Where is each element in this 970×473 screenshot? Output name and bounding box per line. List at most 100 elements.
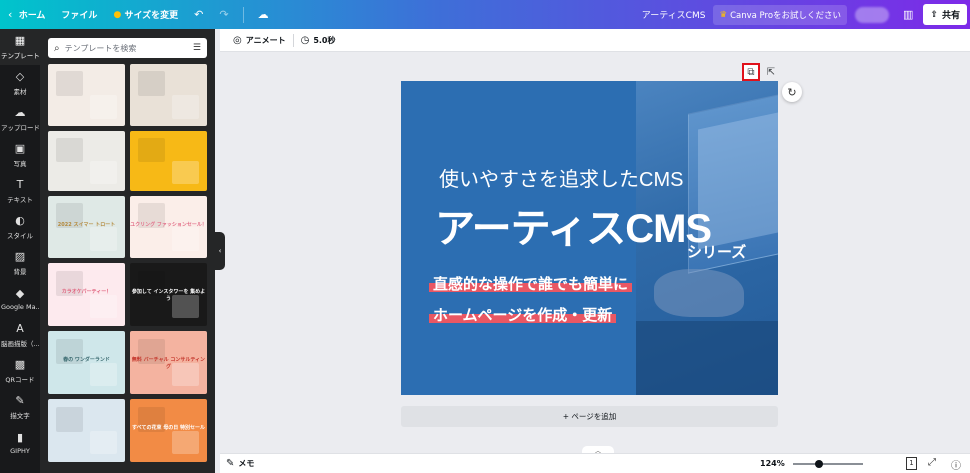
duration-button[interactable]: ◷ 5.0秒 xyxy=(294,35,343,46)
home-button[interactable]: ‹ ホーム xyxy=(0,0,53,29)
collapse-panel-button[interactable]: ‹ xyxy=(215,232,225,270)
template-thumbnail[interactable]: 参加して インスタワーを 集めよう xyxy=(130,263,207,326)
design-page[interactable]: 使いやすさを追求したCMS アーティスCMS シリーズ 直感的な操作で誰でも簡単… xyxy=(401,81,778,395)
insights-button[interactable]: ▥ xyxy=(897,0,919,29)
template-thumbnail[interactable]: カラオケパーティー！ xyxy=(48,263,125,326)
template-panel: ⌕ テンプレートを検索 ☰ 2022 スイマー トロート ユクリング ファッション… xyxy=(40,29,215,473)
template-thumbnail[interactable] xyxy=(48,64,125,126)
divider xyxy=(242,6,244,23)
undo-button[interactable]: ↶ xyxy=(186,0,211,29)
help-button[interactable]: ⓘ xyxy=(951,457,961,472)
page-count: 1 xyxy=(909,459,914,467)
template-decoration xyxy=(90,161,118,184)
template-decoration xyxy=(137,138,165,163)
template-title: カラオケパーティー！ xyxy=(61,289,112,296)
template-decoration xyxy=(90,430,118,455)
rail-item[interactable]: ▨ 背景 xyxy=(0,245,40,281)
hand-shape xyxy=(654,269,744,317)
template-thumbnail[interactable]: すべての花束 母の日 特別セール xyxy=(130,399,207,462)
rail-item-label: アップロード xyxy=(1,123,39,132)
elements-icon: ◇ xyxy=(15,69,25,83)
template-decoration xyxy=(55,71,83,97)
template-thumbnail[interactable] xyxy=(48,399,125,462)
upload-icon: ☁ xyxy=(14,105,26,119)
resize-button[interactable]: ● サイズを変更 xyxy=(105,0,186,29)
redo-button[interactable]: ↷ xyxy=(211,0,236,29)
canva-pro-label: Canva Proをお試しください xyxy=(730,10,842,21)
add-page-button[interactable]: ⇱ xyxy=(762,63,780,81)
cloud-check-icon: ☁ xyxy=(257,8,269,21)
document-title-label: アーティスCMS xyxy=(641,11,706,21)
avatar[interactable] xyxy=(855,6,890,23)
template-thumbnail[interactable]: 2022 スイマー トロート xyxy=(48,196,125,258)
rail-item[interactable]: ✎ 描文字 xyxy=(0,389,40,425)
fullscreen-button[interactable]: ⤢ xyxy=(928,457,936,468)
top-bar: ‹ ホーム ファイル ● サイズを変更 ↶ ↷ ☁ アーティスCMS ♛ Can… xyxy=(0,0,970,29)
crown-icon: ● xyxy=(113,9,122,20)
rail-item[interactable]: ☁ アップロード xyxy=(0,101,40,137)
google-maps-icon: ◆ xyxy=(15,286,25,300)
template-title: 参加して インスタワーを 集めよう xyxy=(131,289,206,303)
template-thumbnail[interactable] xyxy=(48,131,125,191)
qr-code-icon: ▩ xyxy=(14,357,26,371)
template-decoration xyxy=(172,430,200,455)
page-count-button[interactable]: 1 xyxy=(906,457,917,470)
design-line-1[interactable]: 直感的な操作で誰でも簡単に xyxy=(429,273,633,294)
notes-button[interactable]: ✎ メモ xyxy=(220,458,254,469)
rail-item[interactable]: T テキスト xyxy=(0,173,40,209)
rotate-button[interactable]: ↻ xyxy=(782,82,802,102)
chevron-left-icon: ‹ xyxy=(8,8,13,21)
bottom-bar: ✎ メモ 124% 1 ⤢ ⓘ xyxy=(220,453,970,473)
template-thumbnail[interactable]: 春の ワンダーランド xyxy=(48,331,125,394)
rail-item[interactable]: ▮ GIPHY xyxy=(0,425,40,461)
share-icon: ⇪ xyxy=(930,9,938,20)
rail-item[interactable]: ◐ スタイル xyxy=(0,209,40,245)
template-thumbnail[interactable] xyxy=(130,131,207,191)
template-title: 春の ワンダーランド xyxy=(63,357,110,364)
rail-item[interactable]: ▣ 写真 xyxy=(0,137,40,173)
canva-pro-button[interactable]: ♛ Canva Proをお試しください xyxy=(713,4,848,25)
duplicate-page-button[interactable]: ⧉ xyxy=(742,63,760,81)
file-menu[interactable]: ファイル xyxy=(53,0,105,29)
share-label: 共有 xyxy=(941,11,960,21)
rail-item[interactable]: ◆ Google Ma... xyxy=(0,281,40,317)
cloud-save-button[interactable]: ☁ xyxy=(250,0,277,29)
rail-item[interactable]: ◇ 素材 xyxy=(0,65,40,101)
design-line-2[interactable]: ホームページを作成・更新 xyxy=(429,304,617,325)
rail-item[interactable]: ▦ テンプレート xyxy=(0,29,40,65)
design-series[interactable]: シリーズ xyxy=(687,241,746,262)
duration-label: 5.0秒 xyxy=(313,35,336,45)
share-out-icon: ⇱ xyxy=(766,66,776,78)
rail-item[interactable]: ▩ QRコード xyxy=(0,353,40,389)
animate-button[interactable]: ◎ アニメート xyxy=(226,35,293,46)
rail-item-label: 写真 xyxy=(13,159,27,168)
design-title[interactable]: アーティスCMS xyxy=(435,196,712,254)
template-title: 2022 スイマー トロート xyxy=(57,221,116,228)
template-title: すべての花束 母の日 特別セール xyxy=(132,425,205,432)
add-page-button[interactable]: + ページを追加 xyxy=(401,406,778,427)
design-subtitle[interactable]: 使いやすさを追求したCMS xyxy=(439,163,683,192)
pencil-icon: ✎ xyxy=(226,458,235,469)
page-tools: ⧉ ⇱ xyxy=(742,63,780,81)
rail-item[interactable]: A 脳画描版（... xyxy=(0,317,40,353)
template-thumbnail[interactable]: ユクリング ファッションセール！ xyxy=(130,196,207,258)
search-placeholder: テンプレートを検索 xyxy=(64,43,137,53)
rail-item-label: 描文字 xyxy=(10,411,30,420)
template-thumbnail[interactable]: 無料 バーチャル コンサルティング xyxy=(130,331,207,394)
template-title: ユクリング ファッションセール！ xyxy=(130,221,207,228)
template-title: 無料 バーチャル コンサルティング xyxy=(131,357,206,371)
zoom-level[interactable]: 124% xyxy=(760,459,785,468)
filter-icon[interactable]: ☰ xyxy=(193,43,201,53)
document-title[interactable]: アーティスCMS xyxy=(634,0,714,29)
template-decoration xyxy=(172,95,200,119)
template-thumbnail[interactable] xyxy=(130,64,207,126)
rail-item-label: Google Ma... xyxy=(1,302,39,311)
help-icon: ⓘ xyxy=(951,461,961,472)
zoom-slider-knob[interactable] xyxy=(815,460,823,468)
zoom-slider[interactable] xyxy=(793,460,863,468)
template-search-input[interactable]: ⌕ テンプレートを検索 ☰ xyxy=(48,38,207,58)
template-icon: ▦ xyxy=(14,33,26,47)
share-button[interactable]: ⇪ 共有 xyxy=(923,4,967,25)
giphy-icon: ▮ xyxy=(16,430,24,444)
home-label: ホーム xyxy=(18,11,46,21)
